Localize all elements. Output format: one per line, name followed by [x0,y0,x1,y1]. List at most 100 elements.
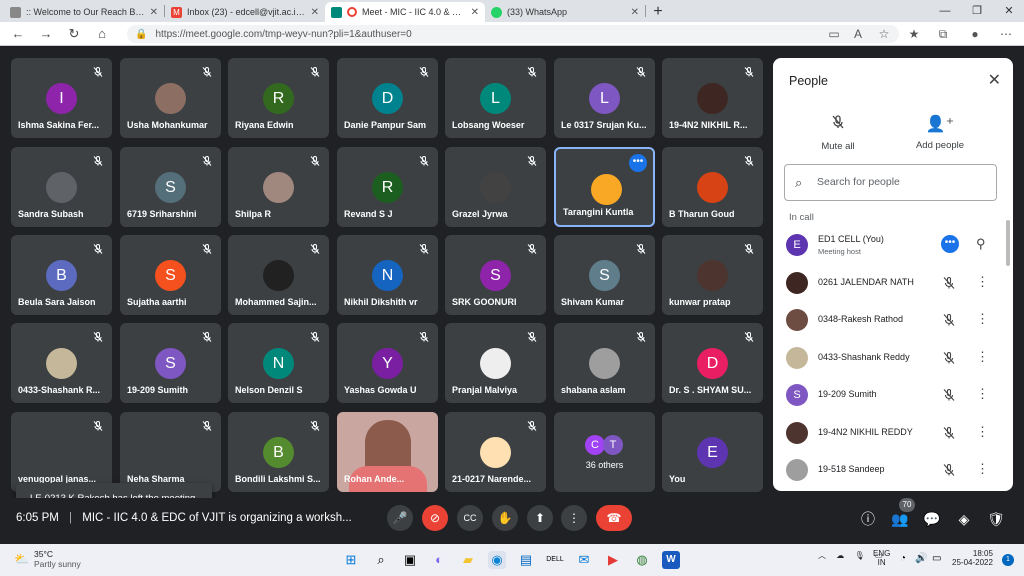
store-icon[interactable]: ▤ [517,551,535,569]
participant-tile[interactable]: S Sujatha aarthi [120,235,221,315]
collections-icon[interactable]: ⧉ [935,27,951,42]
task-view-icon[interactable]: ▣ [401,551,419,569]
participant-tile[interactable]: L Lobsang Woeser [445,58,546,138]
participant-tile[interactable]: Pranjal Malviya [445,323,546,403]
participant-tile[interactable]: I Ishma Sakina Fer... [11,58,112,138]
participant-tile[interactable]: S Shivam Kumar [554,235,655,315]
camera-off-button[interactable]: ⊘ [422,505,448,531]
edge-icon[interactable]: ◉ [488,551,506,569]
browser-tab-active[interactable]: Meet - MIC - IIC 4.0 & EDC ✕ [325,2,485,22]
mic-icon[interactable]: 🎙 [854,551,864,560]
chat-app-icon[interactable]: ◐ [430,551,448,569]
search-icon[interactable]: ⌕ [372,551,390,569]
pin-icon[interactable]: ⚲ [976,236,986,252]
weather-widget[interactable]: ⛅ 35°C Partly sunny [14,549,81,569]
back-button[interactable]: ← [4,26,32,41]
browser-tab[interactable]: M Inbox (23) - edcell@vjit.ac.in - Vi ✕ [165,2,325,22]
favorite-icon[interactable]: ☆ [876,27,892,41]
more-options-button[interactable]: ⋮ [561,505,587,531]
mic-off-icon[interactable] [942,313,956,327]
participant-tile[interactable]: venugopal janas... [11,412,112,492]
captions-button[interactable]: CC [457,505,483,531]
notification-badge[interactable]: 1 [1002,554,1014,566]
participant-tile[interactable]: ••• Tarangini Kuntla [554,147,655,227]
video-app-icon[interactable]: ▶ [604,551,622,569]
window-close-button[interactable]: ✕ [994,0,1024,22]
forward-button[interactable]: → [32,26,60,41]
participant-tile[interactable]: Grazel Jyrwa [445,147,546,227]
reload-button[interactable]: ↻ [60,26,88,42]
participant-tile[interactable]: D Dr. S . SHYAM SU... [662,323,763,403]
battery-icon[interactable]: ▭ [932,553,941,564]
people-search-input[interactable]: ⌕ Search for people [784,164,997,201]
participant-row[interactable]: 19-518 Sandeep ⋮ [773,452,1013,489]
activities-icon[interactable]: ◈ [954,509,974,529]
host-controls-icon[interactable]: 🛡 [986,509,1006,529]
participant-row[interactable]: 19-4N2 NIKHIL REDDY ⋮ [773,415,1013,452]
participant-tile[interactable]: N Nikhil Dikshith vr [337,235,438,315]
start-icon[interactable]: ⊞ [342,551,360,569]
close-icon[interactable]: ✕ [471,7,479,18]
participant-tile[interactable]: R Revand S J [337,147,438,227]
file-explorer-icon[interactable]: ▰ [459,551,477,569]
mute-all-button[interactable]: Mute all [793,114,883,152]
participant-row[interactable]: 0261 JALENDAR NATH ⋮ [773,265,1013,302]
more-vert-icon[interactable]: ⋮ [976,274,989,290]
maximize-button[interactable]: ❐ [962,0,992,22]
present-button[interactable]: ⬆ [527,505,553,531]
minimize-button[interactable]: — [930,0,960,22]
more-vert-icon[interactable]: ⋮ [976,424,989,440]
participant-tile[interactable]: S 19-209 Sumith [120,323,221,403]
more-vert-icon[interactable]: ⋮ [976,386,989,402]
chevron-up-icon[interactable]: ︿ [818,551,826,560]
chat-icon[interactable]: 💬 [922,509,942,529]
participant-tile[interactable]: 19-4N2 NIKHIL R... [662,58,763,138]
participant-tile[interactable]: N Nelson Denzil S [228,323,329,403]
camera-icon[interactable]: ▭ [826,27,842,41]
mic-off-icon[interactable] [942,426,956,440]
participant-tile[interactable]: Y Yashas Gowda U [337,323,438,403]
participant-tile[interactable]: B Bondili Lakshmi S... [228,412,329,492]
participant-tile[interactable]: Neha Sharma [120,412,221,492]
participant-tile[interactable]: S SRK GOONURI [445,235,546,315]
more-vert-icon[interactable]: ⋮ [976,461,989,477]
raise-hand-button[interactable]: ✋ [492,505,518,531]
browser-tab[interactable]: (33) WhatsApp ✕ [485,2,645,22]
more-vert-icon[interactable]: ⋮ [976,311,989,327]
word-icon[interactable]: W [662,551,680,569]
participant-tile[interactable]: S 6719 Sriharshini [120,147,221,227]
participant-tile[interactable]: B Tharun Goud [662,147,763,227]
participant-row[interactable]: S 19-209 Sumith ⋮ [773,377,1013,414]
favorites-icon[interactable]: ★ [906,27,922,41]
mic-off-icon[interactable] [942,388,956,402]
participant-tile[interactable]: D Danie Pampur Sam [337,58,438,138]
participant-tile[interactable]: E You [662,412,763,492]
close-icon[interactable]: ✕ [988,70,1001,90]
participant-tile[interactable]: kunwar pratap [662,235,763,315]
participant-tile[interactable]: Sandra Subash [11,147,112,227]
participant-tile[interactable]: Rohan Ande... [337,412,438,492]
participant-tile[interactable]: R Riyana Edwin [228,58,329,138]
mic-off-icon[interactable] [942,276,956,290]
profile-icon[interactable]: ● [967,27,983,41]
participant-tile[interactable]: L Le 0317 Srujan Ku... [554,58,655,138]
dell-icon[interactable]: DELL [546,551,564,569]
close-icon[interactable]: ✕ [311,7,319,18]
new-tab-button[interactable]: + [646,2,670,22]
clock[interactable]: 18:05 25-04-2022 [952,549,993,567]
more-icon[interactable]: ⋯ [998,27,1014,41]
url-field[interactable]: 🔒 https://meet.google.com/tmp-weyv-nun?p… [127,25,899,43]
scrollbar[interactable] [1006,220,1010,266]
participant-tile[interactable]: Mohammed Sajin... [228,235,329,315]
mic-off-icon[interactable] [942,351,956,365]
participant-tile[interactable]: 0433-Shashank R... [11,323,112,403]
microphone-button[interactable]: 🎤 [387,505,413,531]
participant-tile[interactable]: C T 36 others [554,412,655,492]
more-vert-icon[interactable]: ⋮ [976,349,989,365]
participant-row[interactable]: E ED1 CELL (You) Meeting host ••• ⚲ [773,227,1013,264]
more-options-icon[interactable]: ••• [629,154,647,172]
participant-tile[interactable]: Shilpa R [228,147,329,227]
browser-tab[interactable]: :: Welcome to Our Reach Broadb... ✕ [4,2,164,22]
cloud-icon[interactable]: ☁ [836,551,844,560]
participant-tile[interactable]: B Beula Sara Jaison [11,235,112,315]
